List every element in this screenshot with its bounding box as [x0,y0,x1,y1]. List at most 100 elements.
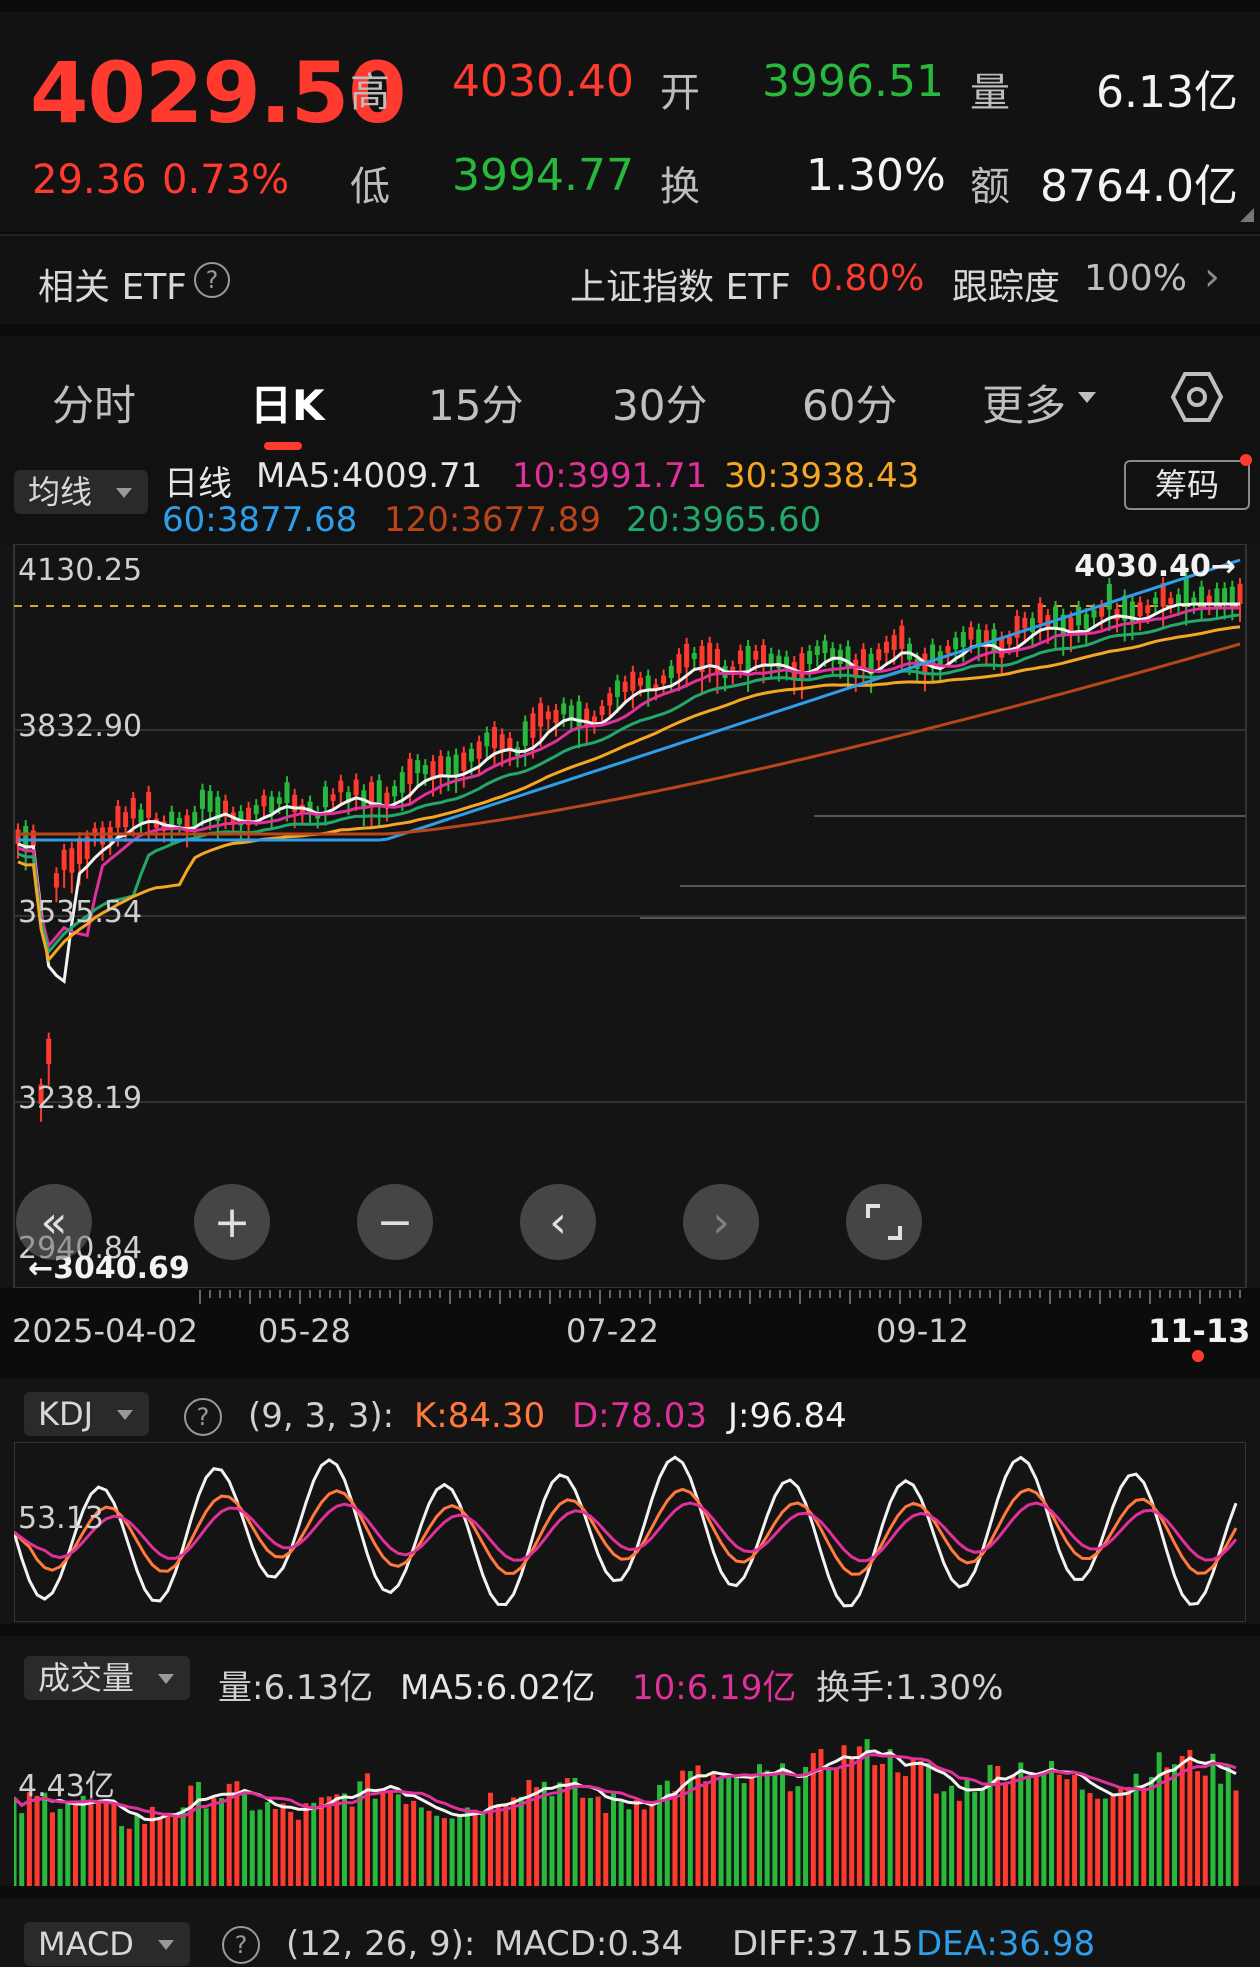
right-icon[interactable]: › [683,1184,759,1260]
volume-bar [503,1803,509,1886]
candle-body [123,812,129,828]
help-icon[interactable]: ? [184,1398,222,1436]
candle-body [15,829,21,844]
candle-body [353,779,359,796]
volume-bar [349,1806,355,1886]
volume-bar [626,1809,632,1886]
double-left-icon[interactable]: « [16,1184,92,1260]
candle-body [707,642,713,664]
tab-daily-k[interactable]: 日K [250,372,325,433]
candle-body [614,680,620,697]
open-label: 开 [660,70,700,116]
left-icon[interactable]: ‹ [520,1184,596,1260]
kdj-chart[interactable]: 53.13 [14,1442,1246,1622]
date-label: 2025-04-02 [12,1312,198,1350]
etf-name: 上证指数 ETF [570,267,791,308]
quote-header: 4029.50 29.36 0.73% 高 4030.40 开 3996.51 … [0,12,1260,232]
zoom-in-icon[interactable]: + [194,1184,270,1260]
gear-hexagon-icon[interactable] [1170,370,1224,428]
etf-label: 相关 ETF [38,267,187,308]
volume-bar [103,1799,109,1886]
amount-label: 额 [970,164,1010,210]
candle-body [438,755,444,777]
help-icon[interactable]: ? [222,1926,260,1964]
candle-body [1199,586,1205,604]
volume-bar [1049,1760,1055,1886]
candle-body [1176,594,1182,604]
candle-body [468,748,474,762]
ma-selector[interactable]: 均线 [14,470,149,514]
tab-60min[interactable]: 60分 [802,372,897,433]
candle-body [1237,584,1243,604]
volume-selector[interactable]: 成交量 [24,1656,191,1700]
price-axis-label: 3832.90 [18,709,142,744]
volume-ma5: MA5:6.02亿 [400,1668,596,1708]
volume-bar [403,1803,409,1886]
macd-dea: DEA:36.98 [916,1924,1096,1964]
candle-body [999,637,1005,658]
expand-corner-icon[interactable] [1240,208,1254,222]
candle-body [760,645,766,666]
candle-body [1229,586,1235,604]
candle-body [668,665,674,679]
volume-bar [42,1792,48,1886]
date-label: 09-12 [876,1312,969,1350]
kline-chart[interactable]: 4130.25 3832.90 3535.54 3238.19 2940.84 … [0,544,1260,1376]
kdj-params: (9, 3, 3): [248,1396,395,1436]
volume-bar [718,1778,724,1886]
candle-body [422,765,428,775]
candle-body [376,780,382,806]
volume-bar [534,1787,540,1886]
volume-bar [19,1813,25,1886]
macd-selector[interactable]: MACD [24,1922,190,1966]
volume-bar [918,1761,924,1886]
tab-30min[interactable]: 30分 [612,372,707,433]
etf-row[interactable]: 相关 ETF ? 上证指数 ETF 0.80% 跟踪度 100% › [0,234,1260,324]
zoom-out-icon[interactable]: − [357,1184,433,1260]
fullscreen-icon[interactable] [846,1184,922,1260]
chevron-right-icon[interactable]: › [1204,254,1220,300]
volume-bar [341,1793,347,1886]
volume-bar [972,1792,978,1886]
volume-bar [703,1781,709,1886]
caret-down-icon [158,1674,175,1684]
candle-body [453,754,459,775]
tab-15min[interactable]: 15分 [428,372,523,433]
ma-line-label: 日线 [164,464,232,504]
volume-bar [1102,1798,1108,1886]
volume-bar [518,1796,524,1886]
candle-body [899,625,905,649]
tab-intraday[interactable]: 分时 [52,372,136,433]
candle-body [445,756,451,775]
volume-bar [1164,1767,1170,1886]
candle-body [476,741,482,759]
volume-chart[interactable]: 4.43亿 [14,1706,1246,1886]
candle-body [1076,606,1082,626]
kdj-selector[interactable]: KDJ [24,1392,150,1436]
candle-body [499,734,505,751]
volume-bar [195,1781,201,1886]
candle-body [1091,609,1097,618]
candle-body [561,703,567,715]
tab-more[interactable]: 更多 [982,372,1066,433]
candle-body [284,782,290,804]
date-label: 11-13 [1148,1312,1250,1350]
candle-body [1152,597,1158,604]
candle-body [1106,583,1112,610]
volume-bar [14,1797,17,1886]
volume-bar [411,1800,417,1886]
candle-body [576,701,582,727]
volume-bar [172,1813,178,1886]
volume-bar [733,1774,739,1886]
candle-body [538,703,544,727]
volume-bar [726,1775,732,1886]
volume-bar [272,1809,278,1886]
volume-bar [833,1769,839,1886]
volume-bar [1095,1798,1101,1886]
chip-button[interactable]: 筹码 [1124,460,1250,510]
volume-bar [88,1804,94,1886]
volume-bar [926,1762,932,1886]
help-icon[interactable]: ? [194,262,230,298]
kdj-j-line [14,1455,1238,1608]
caret-down-icon [1078,392,1096,403]
